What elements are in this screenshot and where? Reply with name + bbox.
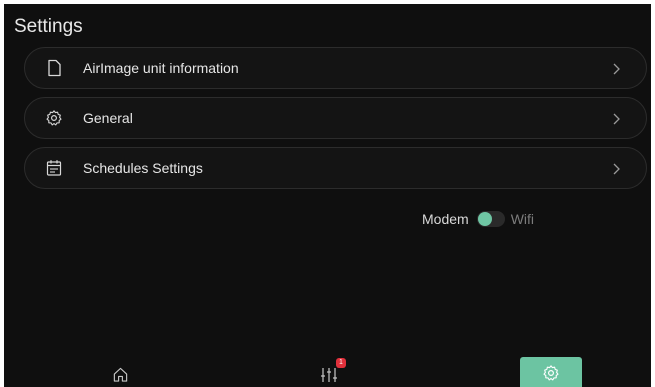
switch-knob <box>477 212 492 226</box>
menu-item-label: Schedules Settings <box>83 160 203 176</box>
calendar-icon <box>46 160 62 176</box>
menu-item-schedules-settings[interactable]: Schedules Settings <box>24 147 647 189</box>
connection-toggle: Modem Wifi <box>422 209 534 229</box>
nav-home-button[interactable] <box>102 357 138 387</box>
bottom-nav: 1 <box>4 357 651 387</box>
settings-screen: Settings AirImage unit information Gener… <box>4 4 651 387</box>
notification-badge: 1 <box>336 358 346 368</box>
menu-item-label: AirImage unit information <box>83 60 239 76</box>
wifi-label: Wifi <box>510 211 535 227</box>
menu-item-general[interactable]: General <box>24 97 647 139</box>
nav-settings-button[interactable] <box>520 357 582 387</box>
nav-mixer-button[interactable]: 1 <box>314 357 358 387</box>
gear-icon <box>46 110 62 126</box>
page-title: Settings <box>14 16 83 37</box>
modem-wifi-switch[interactable] <box>476 211 505 227</box>
gear-icon <box>543 365 559 381</box>
chevron-right-icon <box>613 163 620 175</box>
chevron-right-icon <box>613 63 620 75</box>
modem-label: Modem <box>422 211 469 227</box>
sliders-icon <box>321 368 337 382</box>
home-icon <box>113 367 128 382</box>
document-icon <box>48 59 61 77</box>
menu-item-unit-information[interactable]: AirImage unit information <box>24 47 647 89</box>
menu-item-label: General <box>83 110 133 126</box>
chevron-right-icon <box>613 113 620 125</box>
